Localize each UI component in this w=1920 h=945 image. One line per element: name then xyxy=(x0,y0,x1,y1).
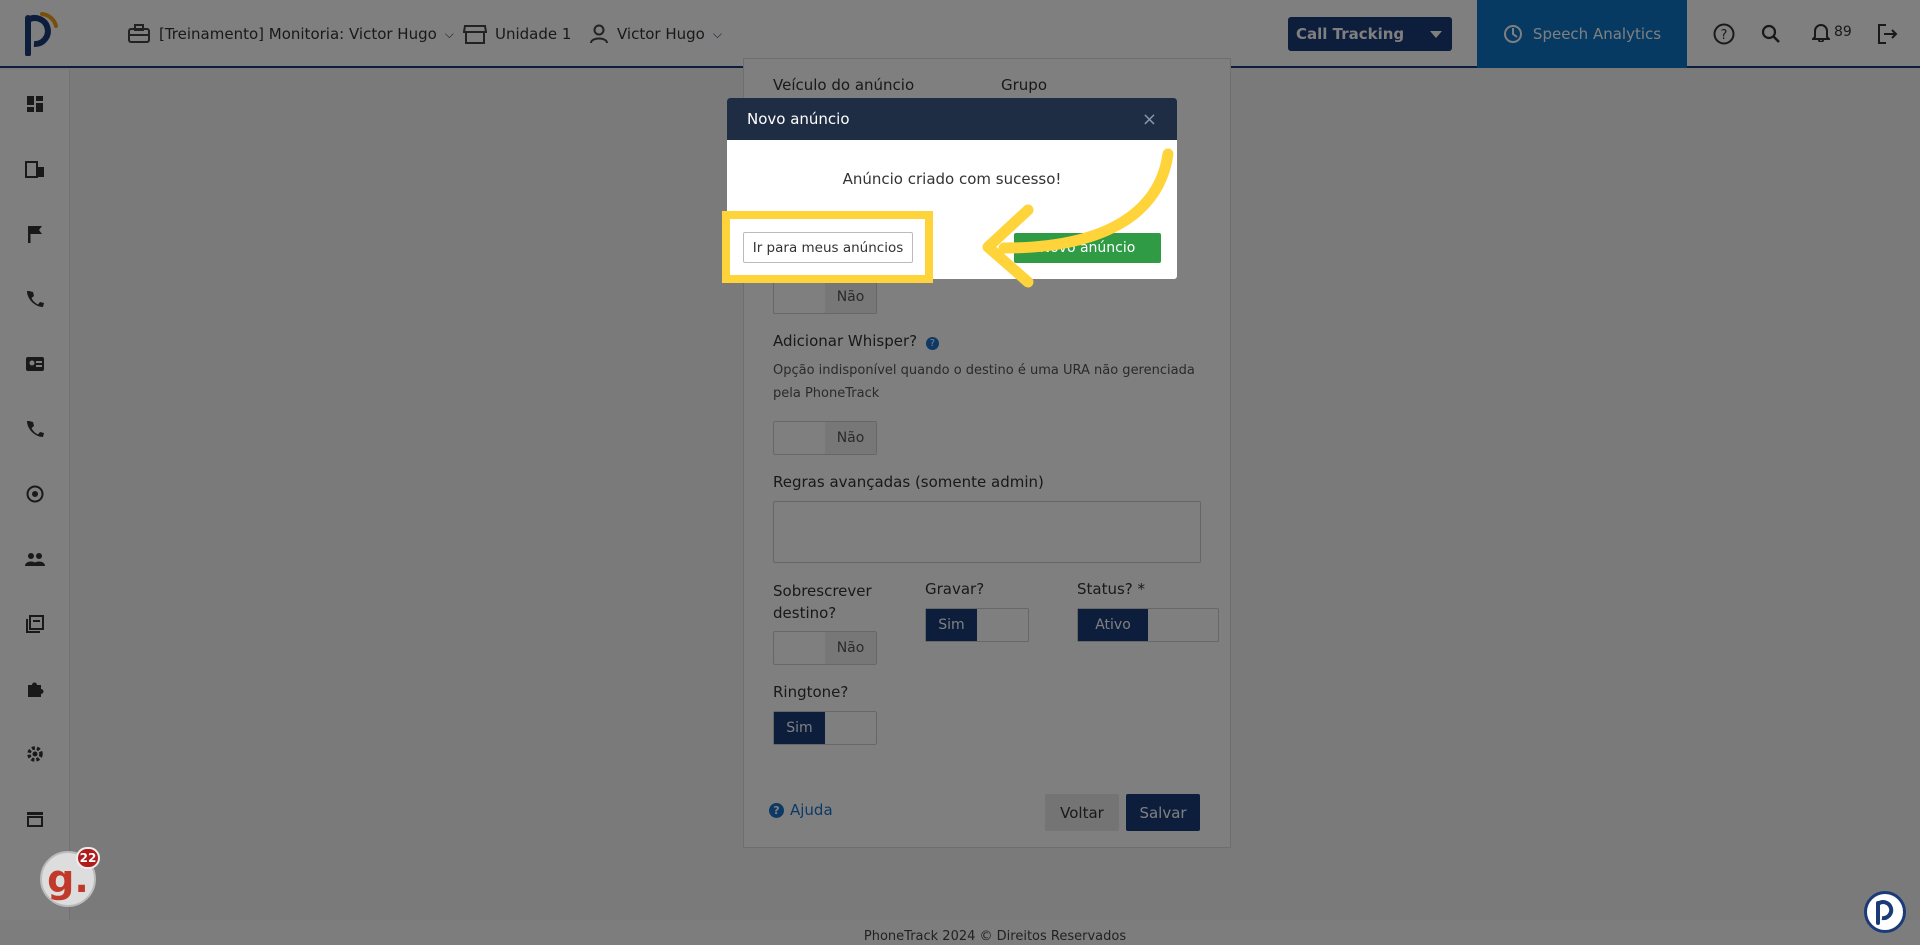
modal-title: Novo anúncio xyxy=(747,110,850,128)
close-icon[interactable]: × xyxy=(1142,109,1157,130)
modal-header: Novo anúncio × xyxy=(727,98,1177,140)
support-widget[interactable] xyxy=(1864,891,1906,933)
phonetrack-logo-icon xyxy=(1876,900,1894,925)
annotation-arrow xyxy=(982,148,1174,288)
go-to-my-ads-button[interactable]: Ir para meus anúncios xyxy=(743,232,913,263)
chat-badge: 22 xyxy=(76,847,100,869)
chat-widget[interactable]: g. 22 xyxy=(40,847,100,907)
